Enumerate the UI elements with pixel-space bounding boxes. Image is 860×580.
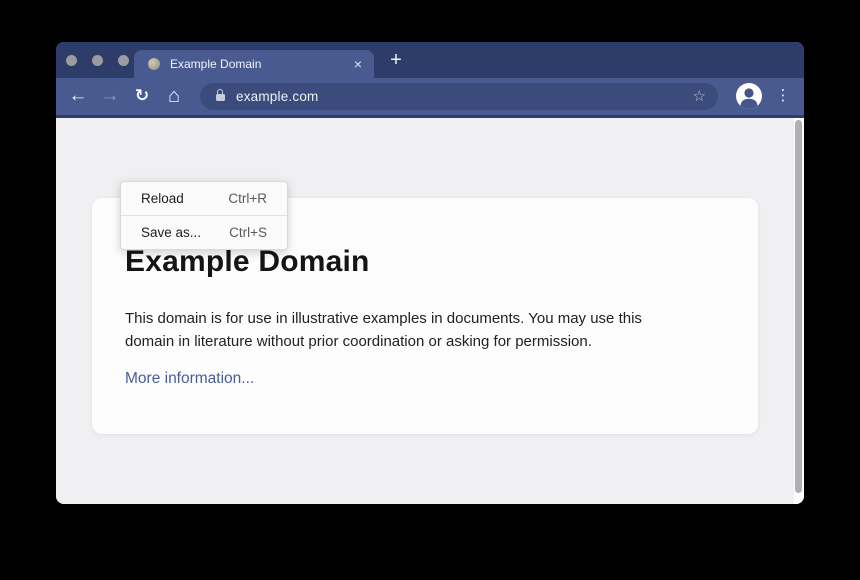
window-zoom-button[interactable] (118, 55, 129, 66)
profile-avatar[interactable] (736, 83, 762, 109)
lock-icon (216, 94, 225, 101)
url-text[interactable]: example.com (236, 83, 318, 110)
menu-item-label: Save as... (141, 225, 201, 240)
scrollbar-thumb[interactable] (795, 120, 802, 493)
context-menu-item-save-as[interactable]: Save as... Ctrl+S (121, 216, 287, 249)
page-viewport: Example Domain This domain is for use in… (56, 118, 804, 504)
menu-item-shortcut: Ctrl+S (229, 225, 267, 240)
tab-title: Example Domain (170, 57, 354, 71)
new-tab-button[interactable]: + (382, 47, 410, 75)
tab-favicon-globe-icon (148, 58, 160, 70)
forward-button: → (96, 82, 124, 110)
paragraph-line-1: This domain is for use in illustrative e… (125, 310, 642, 327)
menu-item-label: Reload (141, 191, 184, 206)
tab-close-icon[interactable]: × (354, 50, 362, 78)
person-icon (736, 83, 762, 109)
home-button[interactable]: ⌂ (160, 82, 188, 110)
back-button[interactable]: ← (64, 82, 92, 110)
window-close-button[interactable] (66, 55, 77, 66)
window-minimize-button[interactable] (92, 55, 103, 66)
bookmark-star-icon[interactable]: ☆ (693, 83, 706, 110)
address-bar[interactable]: example.com ☆ (200, 83, 718, 110)
browser-menu-icon[interactable]: ⋮ (771, 82, 795, 110)
more-information-link[interactable]: More information... (125, 370, 254, 388)
scrollbar-track[interactable] (794, 118, 804, 504)
tab-example-domain[interactable]: Example Domain × (134, 50, 374, 78)
page-paragraph: This domain is for use in illustrative e… (125, 307, 718, 353)
browser-titlebar: Example Domain × + (56, 42, 804, 78)
reload-button[interactable]: ↻ (128, 82, 156, 110)
context-menu-item-reload[interactable]: Reload Ctrl+R (121, 182, 287, 215)
paragraph-line-2: domain in literature without prior coord… (125, 333, 592, 350)
window-controls (66, 55, 144, 66)
browser-window: Example Domain × + ← → ↻ ⌂ example.com ☆… (56, 42, 804, 504)
menu-item-shortcut: Ctrl+R (228, 191, 267, 206)
context-menu: Reload Ctrl+R Save as... Ctrl+S (120, 181, 288, 250)
browser-toolbar: ← → ↻ ⌂ example.com ☆ ⋮ (56, 78, 804, 118)
